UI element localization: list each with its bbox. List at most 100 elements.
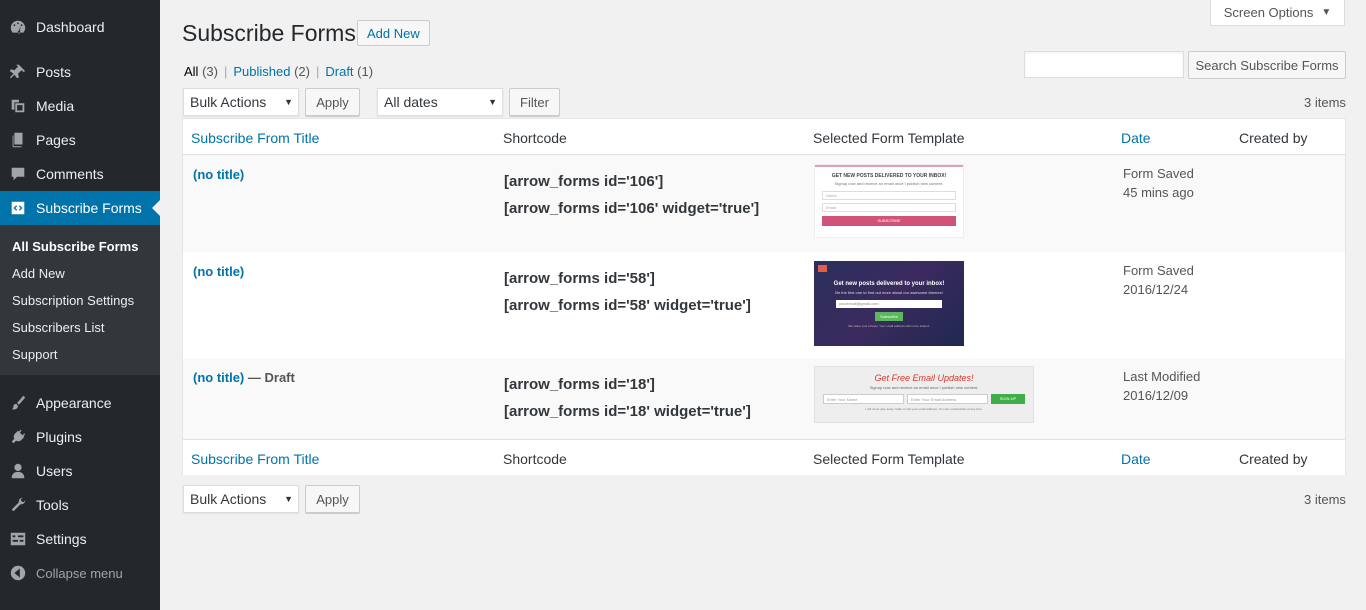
apply-button-bottom[interactable]: Apply — [305, 485, 360, 513]
menu-plugins[interactable]: Plugins — [0, 420, 160, 454]
bulk-actions-select-bottom[interactable]: Bulk Actions ▼ — [183, 485, 299, 513]
menu-label: Media — [36, 98, 75, 114]
row-date: Form Saved 45 mins ago — [1123, 164, 1194, 202]
menu-tools[interactable]: Tools — [0, 488, 160, 522]
date-filter-select[interactable]: All dates ▼ — [377, 88, 503, 116]
row-title-link[interactable]: (no title) — [193, 167, 244, 182]
page-title: Subscribe Forms — [182, 20, 356, 46]
menu-settings[interactable]: Settings — [0, 522, 160, 556]
column-date-sort[interactable]: Date — [1121, 451, 1151, 467]
template-thumbnail: Get Free Email Updates! Signup now and r… — [814, 366, 1034, 423]
row-title: (no title) — Draft — [193, 370, 295, 385]
menu-comments[interactable]: Comments — [0, 157, 160, 191]
add-new-button[interactable]: Add New — [357, 20, 430, 46]
bulk-actions-value: Bulk Actions — [190, 491, 267, 507]
template-form-row: Enter Your Name Enter Your Email Address… — [823, 394, 1025, 404]
wrench-icon — [0, 496, 36, 514]
search-input[interactable] — [1024, 51, 1184, 78]
apply-button-top[interactable]: Apply — [305, 88, 360, 116]
column-shortcode: Shortcode — [503, 451, 567, 467]
filter-all-count: (3) — [202, 64, 218, 79]
caret-down-icon: ▼ — [1321, 7, 1332, 18]
dropdown-arrow-icon: ▼ — [284, 494, 293, 504]
menu-label: Comments — [36, 166, 104, 182]
menu-users[interactable]: Users — [0, 454, 160, 488]
submenu-support[interactable]: Support — [12, 347, 58, 362]
template-subtext: Be the first one to find out more about … — [835, 290, 943, 295]
submenu-subscribers-list[interactable]: Subscribers List — [12, 320, 104, 335]
date-filter-value: All dates — [384, 94, 438, 110]
shortcode-widget-line: [arrow_forms id='106' widget='true'] — [504, 200, 760, 217]
bulk-actions-select-top[interactable]: Bulk Actions ▼ — [183, 88, 299, 116]
table-footer: Subscribe From Title Shortcode Selected … — [183, 439, 1345, 475]
menu-label: Plugins — [36, 429, 82, 445]
column-title-sort[interactable]: Subscribe From Title — [191, 451, 319, 467]
subscribe-forms-table: Subscribe From Title Shortcode Selected … — [182, 118, 1346, 475]
menu-label: Appearance — [36, 395, 112, 411]
template-field: Name — [822, 191, 956, 200]
template-thumbnail: Get new posts delivered to your inbox! B… — [814, 261, 964, 346]
column-title-sort[interactable]: Subscribe From Title — [191, 130, 319, 146]
table-row: (no title) [arrow_forms id='106'] [arrow… — [183, 155, 1345, 252]
row-shortcode: [arrow_forms id='58'] [arrow_forms id='5… — [504, 265, 751, 319]
menu-media[interactable]: Media — [0, 89, 160, 123]
filter-published[interactable]: Published — [233, 64, 290, 79]
row-date: Form Saved 2016/12/24 — [1123, 261, 1194, 299]
template-heading: GET NEW POSTS DELIVERED TO YOUR INBOX! — [831, 173, 947, 179]
menu-appearance[interactable]: Appearance — [0, 386, 160, 420]
template-field: Enter Your Name — [823, 394, 904, 404]
table-row: (no title) [arrow_forms id='58'] [arrow_… — [183, 252, 1345, 358]
menu-posts[interactable]: Posts — [0, 55, 160, 89]
user-icon — [0, 462, 36, 480]
collapse-menu-button[interactable]: Collapse menu — [0, 556, 160, 590]
template-heading: Get Free Email Updates! — [874, 373, 974, 383]
search-subscribe-forms-button[interactable]: Search Subscribe Forms — [1188, 51, 1346, 79]
table-header: Subscribe From Title Shortcode Selected … — [183, 119, 1345, 155]
row-title-link[interactable]: (no title) — [193, 370, 244, 385]
screen-options-button[interactable]: Screen Options ▼ — [1210, 0, 1345, 26]
envelope-icon — [818, 265, 827, 272]
template-heading: Get new posts delivered to your inbox! — [833, 281, 945, 287]
shortcode-line: [arrow_forms id='58'] — [504, 270, 655, 287]
subscribe-forms-submenu: All Subscribe Forms Add New Subscription… — [0, 225, 160, 375]
column-created-by: Created by — [1239, 451, 1308, 467]
submenu-add-new[interactable]: Add New — [12, 266, 65, 281]
column-date-sort[interactable]: Date — [1121, 130, 1151, 146]
pin-icon — [0, 63, 36, 81]
filter-button[interactable]: Filter — [509, 88, 560, 116]
menu-subscribe-forms[interactable]: Subscribe Forms — [0, 191, 160, 225]
submenu-subscription-settings[interactable]: Subscription Settings — [12, 293, 134, 308]
admin-sidebar: Dashboard Posts Media Pages Comments Sub… — [0, 0, 160, 610]
template-button: Subscribe — [875, 312, 903, 321]
filter-draft[interactable]: Draft — [325, 64, 353, 79]
draft-state-label: — Draft — [247, 370, 295, 385]
brush-icon — [0, 394, 36, 412]
template-thumbnail: GET NEW POSTS DELIVERED TO YOUR INBOX! S… — [814, 164, 964, 238]
items-count-top: 3 items — [1304, 95, 1346, 110]
template-subtext: Signup now and receive an email once I p… — [869, 385, 979, 390]
comment-icon — [0, 165, 36, 183]
date-value: 2016/12/24 — [1123, 282, 1189, 297]
menu-label: Tools — [36, 497, 69, 513]
status-filter-links: All (3) | Published (2) | Draft (1) — [184, 64, 373, 79]
pages-icon — [0, 131, 36, 149]
separator: | — [223, 64, 228, 79]
column-shortcode: Shortcode — [503, 130, 567, 146]
date-status: Last Modified — [1123, 369, 1201, 384]
template-subtext: Signup now and receive an email once I p… — [834, 181, 944, 186]
menu-label: Dashboard — [36, 19, 105, 35]
row-title-link[interactable]: (no title) — [193, 264, 244, 279]
menu-label: Collapse menu — [36, 565, 123, 581]
plug-icon — [0, 428, 36, 446]
menu-pages[interactable]: Pages — [0, 123, 160, 157]
filter-all[interactable]: All — [184, 64, 198, 79]
screen-options-label: Screen Options — [1223, 5, 1314, 20]
template-button: SUBSCRIBE — [822, 216, 956, 226]
filter-published-count: (2) — [294, 64, 310, 79]
menu-dashboard[interactable]: Dashboard — [0, 10, 160, 44]
submenu-all-subscribe-forms[interactable]: All Subscribe Forms — [12, 239, 138, 254]
row-shortcode: [arrow_forms id='18'] [arrow_forms id='1… — [504, 371, 751, 425]
code-icon — [0, 199, 36, 217]
template-field: Email — [822, 203, 956, 212]
shortcode-widget-line: [arrow_forms id='58' widget='true'] — [504, 297, 751, 314]
